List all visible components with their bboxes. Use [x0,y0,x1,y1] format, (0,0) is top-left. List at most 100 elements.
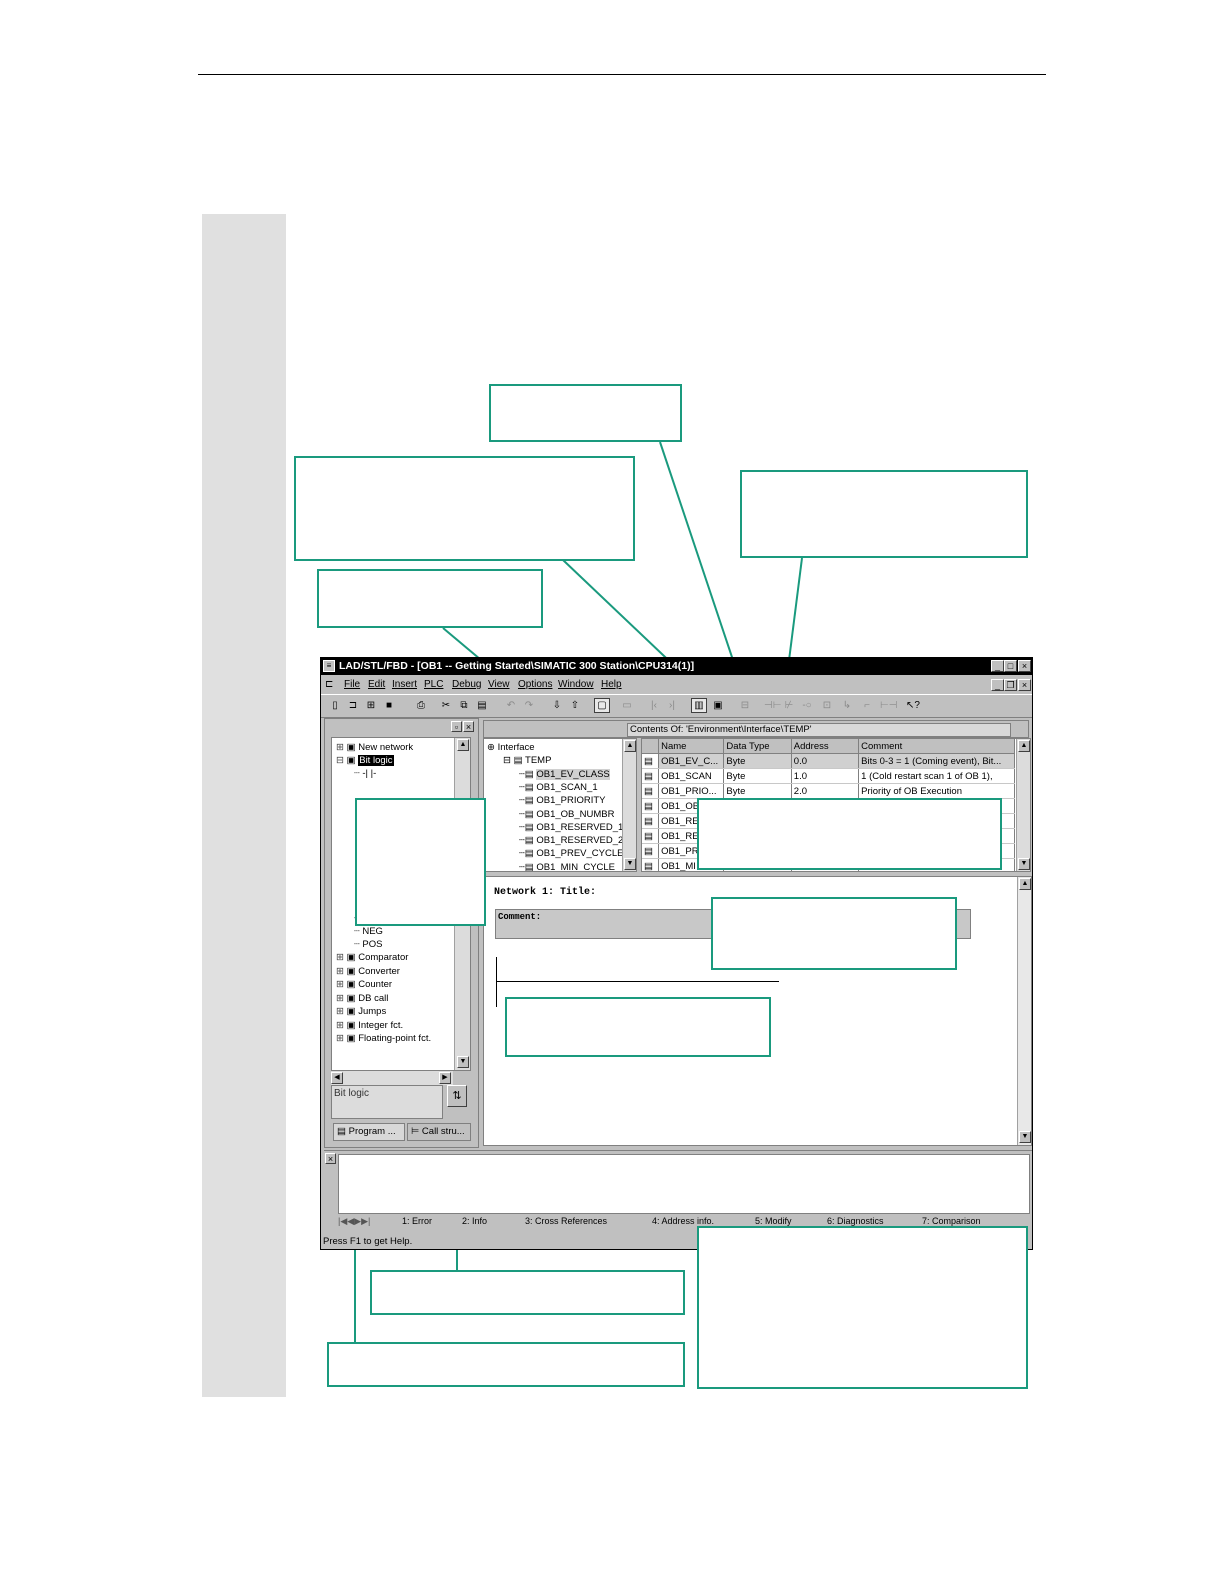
table-cell[interactable]: Byte [723,783,792,799]
scroll-down-icon[interactable]: ▼ [1019,1131,1031,1143]
ladder-rung[interactable] [496,981,779,982]
details-close-button[interactable]: × [325,1153,336,1164]
menu-window[interactable]: Window [558,679,594,690]
details-tab-modify[interactable]: 5: Modify [755,1216,792,1226]
table-cell[interactable]: 0.0 [791,753,860,769]
interface-tree-item[interactable]: ┄▤ OB1_RESERVED_2 [519,834,623,847]
catalog-item[interactable]: ⊟ ▣ Bit logic [336,754,394,767]
tab-scroll-icon[interactable]: |◀◀▶▶| [338,1216,388,1227]
details-icon[interactable]: ▭ [619,698,635,713]
branch-close-icon[interactable]: ⌐ [859,698,875,713]
menu-debug[interactable]: Debug [452,679,481,690]
scroll-up-icon[interactable]: ▲ [624,740,636,752]
save-icon[interactable]: ■ [381,698,397,713]
menu-plc[interactable]: PLC [424,679,443,690]
table-vscroll[interactable]: ▲ ▼ [1016,739,1030,871]
table-cell[interactable]: 1.0 [791,768,860,784]
column-header[interactable]: Address [791,739,860,754]
table-row[interactable]: ▤ OB1_EV_C... Byte 0.0 Bits 0-3 = 1 (Coming … [642,753,1015,769]
redo-icon[interactable]: ↷ [521,698,537,713]
open-icon[interactable]: ⊐ [345,698,361,713]
catalog-item[interactable]: ┄ -| |- [354,767,376,780]
expand-icon[interactable]: ⊟ [336,755,347,766]
copy-icon[interactable]: ⧉ [456,698,472,713]
catalog-item[interactable]: ⊞ ▣ Counter [336,978,392,991]
expand-icon[interactable]: ⊞ [336,952,347,963]
network-title-label[interactable]: : Title: [548,887,596,898]
expand-icon[interactable]: ⊞ [336,1020,347,1031]
interface-tree-item[interactable]: ┄▤ OB1_PRIORITY [519,794,606,807]
menu-help[interactable]: Help [601,679,622,690]
table-cell[interactable]: 2.0 [791,783,860,799]
details-tab-address-info[interactable]: 4: Address info. [652,1216,714,1226]
table-cell[interactable]: OB1_EV_C... [658,753,725,769]
column-header[interactable]: Comment [858,739,1015,754]
tab-call-structure[interactable]: ⊨ Call stru... [407,1123,471,1141]
iface-vscroll[interactable]: ▲ ▼ [622,739,636,871]
menu-file[interactable]: File [344,679,360,690]
interface-tree-item[interactable]: ⊟ ▤ TEMP [503,754,551,767]
menu-options[interactable]: Options [518,679,552,690]
details-tab-error[interactable]: 1: Error [402,1216,432,1226]
detail-view-icon[interactable]: ▣ [710,698,726,713]
table-cell[interactable]: Priority of OB Execution [858,783,1015,799]
paste-icon[interactable]: ▤ [474,698,490,713]
doc-icon[interactable]: ⊏ [325,679,333,690]
menu-edit[interactable]: Edit [368,679,385,690]
interface-tree-item[interactable]: ┄▤ OB1_EV_CLASS [519,768,610,781]
catalog-item[interactable]: ⊞ ▣ Integer fct. [336,1019,403,1032]
minimize-button[interactable]: _ [991,660,1004,672]
details-tab-cross-references[interactable]: 3: Cross References [525,1216,607,1226]
table-cell[interactable]: Bits 0-3 = 1 (Coming event), Bit... [858,753,1015,769]
catalog-item[interactable]: ⊞ ▣ Floating-point fct. [336,1032,431,1045]
interface-tree-item[interactable]: ┄▤ OB1_PREV_CYCLE [519,847,623,860]
doc-restore-button[interactable]: ❐ [1004,679,1017,691]
pane-float-button[interactable]: ▫ [451,721,462,732]
scroll-left-icon[interactable]: ◀ [331,1072,343,1084]
help-pointer-icon[interactable]: ↖? [905,698,921,713]
expand-icon[interactable]: ⊞ [336,742,347,753]
branch-open-icon[interactable]: ↳ [839,698,855,713]
network-label[interactable]: Network 1 [494,887,548,898]
cut-icon[interactable]: ✂ [438,698,454,713]
code-vscroll[interactable]: ▲ ▼ [1017,877,1031,1145]
table-cell[interactable]: 1 (Cold restart scan 1 of OB 1), [858,768,1015,784]
close-button[interactable]: × [1018,660,1031,672]
pane-close-button[interactable]: × [463,721,474,732]
table-row[interactable]: ▤ OB1_SCAN Byte 1.0 1 (Cold restart scan 1 o… [642,768,1015,784]
table-cell[interactable]: Byte [723,768,792,784]
catalog-item[interactable]: ⊞ ▣ New network [336,741,413,754]
download-icon[interactable]: ⇩ [549,698,565,713]
accessible-nodes-icon[interactable]: ⊞ [363,698,379,713]
catalog-item[interactable]: ⊞ ▣ DB call [336,992,388,1005]
table-cell[interactable]: Byte [723,753,792,769]
catalog-item[interactable]: ┄ POS [354,938,382,951]
catalog-hscroll[interactable]: ◀ ▶ [331,1071,453,1085]
doc-close-button[interactable]: × [1018,679,1031,691]
next-icon[interactable]: ›| [664,698,680,713]
table-cell[interactable]: OB1_PRIO... [658,783,725,799]
catalog-item[interactable]: ⊞ ▣ Jumps [336,1005,386,1018]
menu-insert[interactable]: Insert [392,679,417,690]
menu-view[interactable]: View [488,679,510,690]
tab-program[interactable]: ▤ Program ... [333,1123,405,1141]
scroll-up-icon[interactable]: ▲ [1019,878,1031,890]
scroll-down-icon[interactable]: ▼ [624,858,636,870]
connection-icon[interactable]: ⊢⊣ [879,698,897,713]
table-row[interactable]: ▤ OB1_PRIO... Byte 2.0 Priority of OB Execut… [642,783,1015,799]
catalog-item[interactable]: ⊞ ▣ Comparator [336,951,408,964]
upload-icon[interactable]: ⇧ [567,698,583,713]
expand-icon[interactable]: ⊞ [336,1006,347,1017]
expand-icon[interactable]: ⊞ [336,966,347,977]
interface-tree-item[interactable]: ┄▤ OB1_OB_NUMBR [519,808,614,821]
table-cell[interactable]: OB1_SCAN [658,768,725,784]
scroll-up-icon[interactable]: ▲ [1018,740,1030,752]
details-tab-info[interactable]: 2: Info [462,1216,487,1226]
box-icon[interactable]: ⊡ [819,698,835,713]
scroll-down-icon[interactable]: ▼ [1018,858,1030,870]
expand-icon[interactable]: ⊞ [336,979,347,990]
interface-tree-item[interactable]: ┄▤ OB1_RESERVED_1 [519,821,623,834]
maximize-button[interactable]: □ [1004,660,1017,672]
app-icon[interactable]: ≡ [323,660,335,672]
details-tab-comparison[interactable]: 7: Comparison [922,1216,981,1226]
